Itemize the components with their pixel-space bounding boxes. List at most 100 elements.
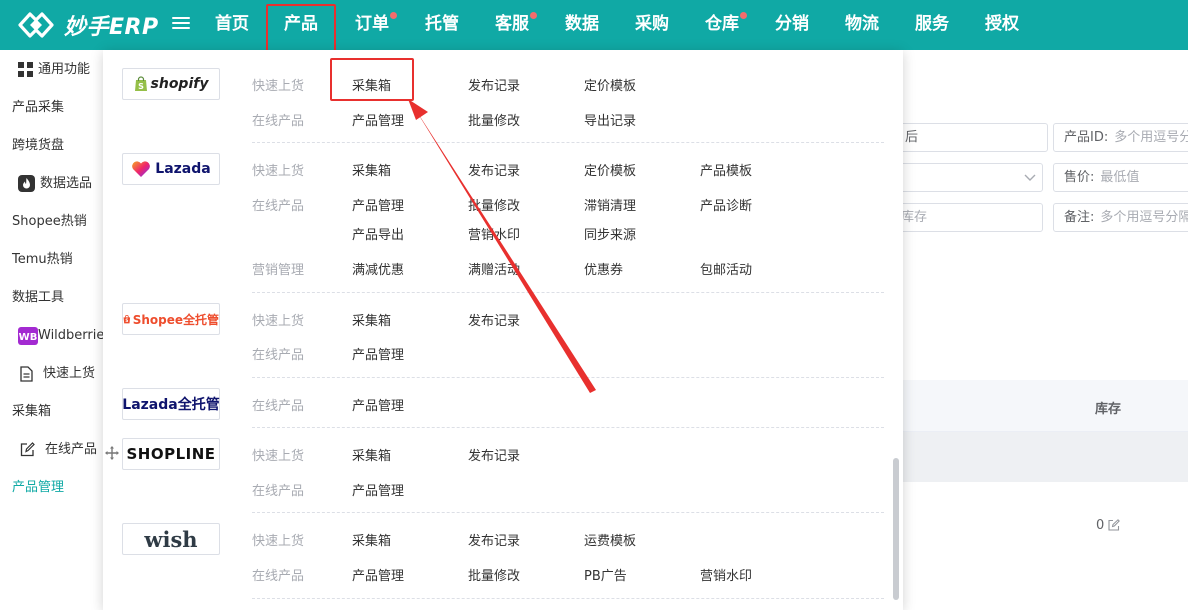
logo-icon (18, 12, 54, 38)
menu-link-collection-box[interactable]: 采集箱 (352, 310, 391, 329)
menu-link-collection-box[interactable]: 采集箱 (352, 530, 391, 549)
sidebar-item-collection-box[interactable]: 采集箱 (0, 393, 103, 431)
product-nav-highlight (266, 4, 336, 56)
chevron-down-icon (1024, 174, 1036, 181)
menu-link-product-management[interactable]: 产品管理 (352, 480, 404, 499)
nav-purchase[interactable]: 采购 (622, 0, 682, 50)
category-label: 在线产品 (252, 569, 305, 584)
menu-link-batch-edit[interactable]: 批量修改 (468, 195, 520, 214)
nav-distribution[interactable]: 分销 (762, 0, 822, 50)
menu-link-product-template[interactable]: 产品模板 (700, 160, 752, 179)
nav-hosting[interactable]: 托管 (412, 0, 472, 50)
sidebar-item-label: 通用功能 (38, 62, 91, 77)
nav-authorization[interactable]: 授权 (972, 0, 1032, 50)
nav-orders[interactable]: 订单 (342, 0, 402, 50)
brand-logo-lazada-full: Lazada全托管 (122, 388, 220, 420)
grid-icon (18, 62, 33, 77)
menu-link-publish-records[interactable]: 发布记录 (468, 75, 520, 94)
sidebar-item-product-collect[interactable]: 产品采集 (0, 89, 103, 127)
nav-data[interactable]: 数据 (552, 0, 612, 50)
sidebar-item-label: 跨境货盘 (12, 138, 65, 153)
app-name: 妙手ERP (64, 15, 159, 40)
menu-link-product-management[interactable]: 产品管理 (352, 344, 404, 363)
menu-link-export-records[interactable]: 导出记录 (584, 110, 636, 129)
sidebar-item-online-products[interactable]: 在线产品 (0, 431, 103, 469)
menu-link-sync-source[interactable]: 同步来源 (584, 224, 636, 243)
note-field[interactable]: 备注: 多个用逗号分隔 (1053, 203, 1188, 232)
menu-link-marketing-watermark[interactable]: 营销水印 (700, 565, 752, 584)
menu-link-publish-records[interactable]: 发布记录 (468, 445, 520, 464)
sidebar-item-general[interactable]: 通用功能 (0, 51, 103, 89)
sidebar-item-product-management[interactable]: 产品管理 (0, 469, 103, 507)
nav-home[interactable]: 首页 (202, 0, 262, 50)
menu-link-free-shipping[interactable]: 包邮活动 (700, 259, 752, 278)
menu-link-product-diagnosis[interactable]: 产品诊断 (700, 195, 752, 214)
edit-stock-icon[interactable] (1108, 519, 1120, 531)
stock-value: 0 (1096, 518, 1105, 533)
sidebar-item-label: 在线产品 (45, 442, 98, 457)
section-divider (252, 292, 884, 293)
sidebar-item-data-tools[interactable]: 数据工具 (0, 279, 103, 317)
menu-link-batch-edit[interactable]: 批量修改 (468, 110, 520, 129)
stock-column-header: 库存 (1095, 402, 1122, 417)
sidebar-item-wildberries[interactable]: WB Wildberries (0, 317, 103, 355)
product-id-placeholder: 多个用逗号分 (1114, 130, 1188, 145)
shopify-bag-icon: S (134, 76, 147, 91)
app-logo[interactable]: 妙手ERP (16, 7, 159, 43)
menu-link-pricing-template[interactable]: 定价模板 (584, 75, 636, 94)
brand-logo-lazada: Lazada (122, 153, 220, 185)
category-label: 快速上货 (252, 449, 305, 464)
menu-toggle-icon[interactable] (172, 14, 190, 34)
category-label: 在线产品 (252, 199, 305, 214)
menu-link-pricing-template[interactable]: 定价模板 (584, 160, 636, 179)
menu-link-gift-activity[interactable]: 满赠活动 (468, 259, 520, 278)
table-row (903, 432, 1188, 482)
price-field[interactable]: 售价: 最低值 (1053, 163, 1188, 192)
section-divider (252, 512, 884, 513)
filter-select[interactable] (880, 163, 1043, 192)
notification-dot (530, 12, 537, 19)
menu-link-publish-records[interactable]: 发布记录 (468, 310, 520, 329)
product-dropdown-menu (103, 50, 903, 610)
menu-link-marketing-watermark[interactable]: 营销水印 (468, 224, 520, 243)
menu-link-product-management[interactable]: 产品管理 (352, 195, 404, 214)
brand-logo-shopline: SHOPLINE (122, 438, 220, 470)
menu-link-discount[interactable]: 满减优惠 (352, 259, 404, 278)
menu-link-product-export[interactable]: 产品导出 (352, 224, 404, 243)
brand-name: shopify (150, 76, 209, 92)
nav-services[interactable]: 服务 (902, 0, 962, 50)
nav-logistics[interactable]: 物流 (832, 0, 892, 50)
sidebar-item-quick-listing[interactable]: 快速上货 (0, 355, 103, 393)
dropdown-scrollbar[interactable] (893, 458, 899, 600)
category-label: 在线产品 (252, 399, 305, 414)
section-divider (252, 377, 884, 378)
menu-link-slow-sale-cleanup[interactable]: 滞销清理 (584, 195, 636, 214)
menu-link-product-management[interactable]: 产品管理 (352, 395, 404, 414)
nav-warehouse[interactable]: 仓库 (692, 0, 752, 50)
sidebar-item-data-selection[interactable]: 数据选品 (0, 165, 103, 203)
product-id-field[interactable]: 产品ID: 多个用逗号分 (1053, 123, 1188, 152)
menu-link-product-management[interactable]: 产品管理 (352, 565, 404, 584)
sidebar-item-temu-hot[interactable]: Temu热销 (0, 241, 103, 279)
menu-link-batch-edit[interactable]: 批量修改 (468, 565, 520, 584)
menu-link-collection-box[interactable]: 采集箱 (352, 160, 391, 179)
menu-link-product-management[interactable]: 产品管理 (352, 110, 404, 129)
sidebar-item-label: 产品采集 (12, 100, 65, 115)
category-label: 快速上货 (252, 534, 305, 549)
menu-link-pb-ads[interactable]: PB广告 (584, 565, 627, 584)
menu-link-collection-box[interactable]: 采集箱 (352, 445, 391, 464)
nav-customer-service[interactable]: 客服 (482, 0, 542, 50)
filter-input-partial[interactable]: 后 (880, 123, 1048, 152)
sidebar-item-shopee-hot[interactable]: Shopee热销 (0, 203, 103, 241)
stock-filter-field[interactable]: 库存 (880, 203, 1043, 232)
category-label: 在线产品 (252, 484, 305, 499)
sidebar-item-cross-border[interactable]: 跨境货盘 (0, 127, 103, 165)
menu-link-shipping-template[interactable]: 运费模板 (584, 530, 636, 549)
menu-link-publish-records[interactable]: 发布记录 (468, 530, 520, 549)
menu-link-coupon[interactable]: 优惠券 (584, 259, 623, 278)
sidebar-item-label: Wildberries (38, 328, 103, 343)
sidebar: 通用功能 产品采集 跨境货盘 数据选品 Shopee热销 Temu热销 数据工具… (0, 50, 103, 600)
section-divider (252, 142, 884, 143)
menu-link-publish-records[interactable]: 发布记录 (468, 160, 520, 179)
category-label: 快速上货 (252, 314, 305, 329)
